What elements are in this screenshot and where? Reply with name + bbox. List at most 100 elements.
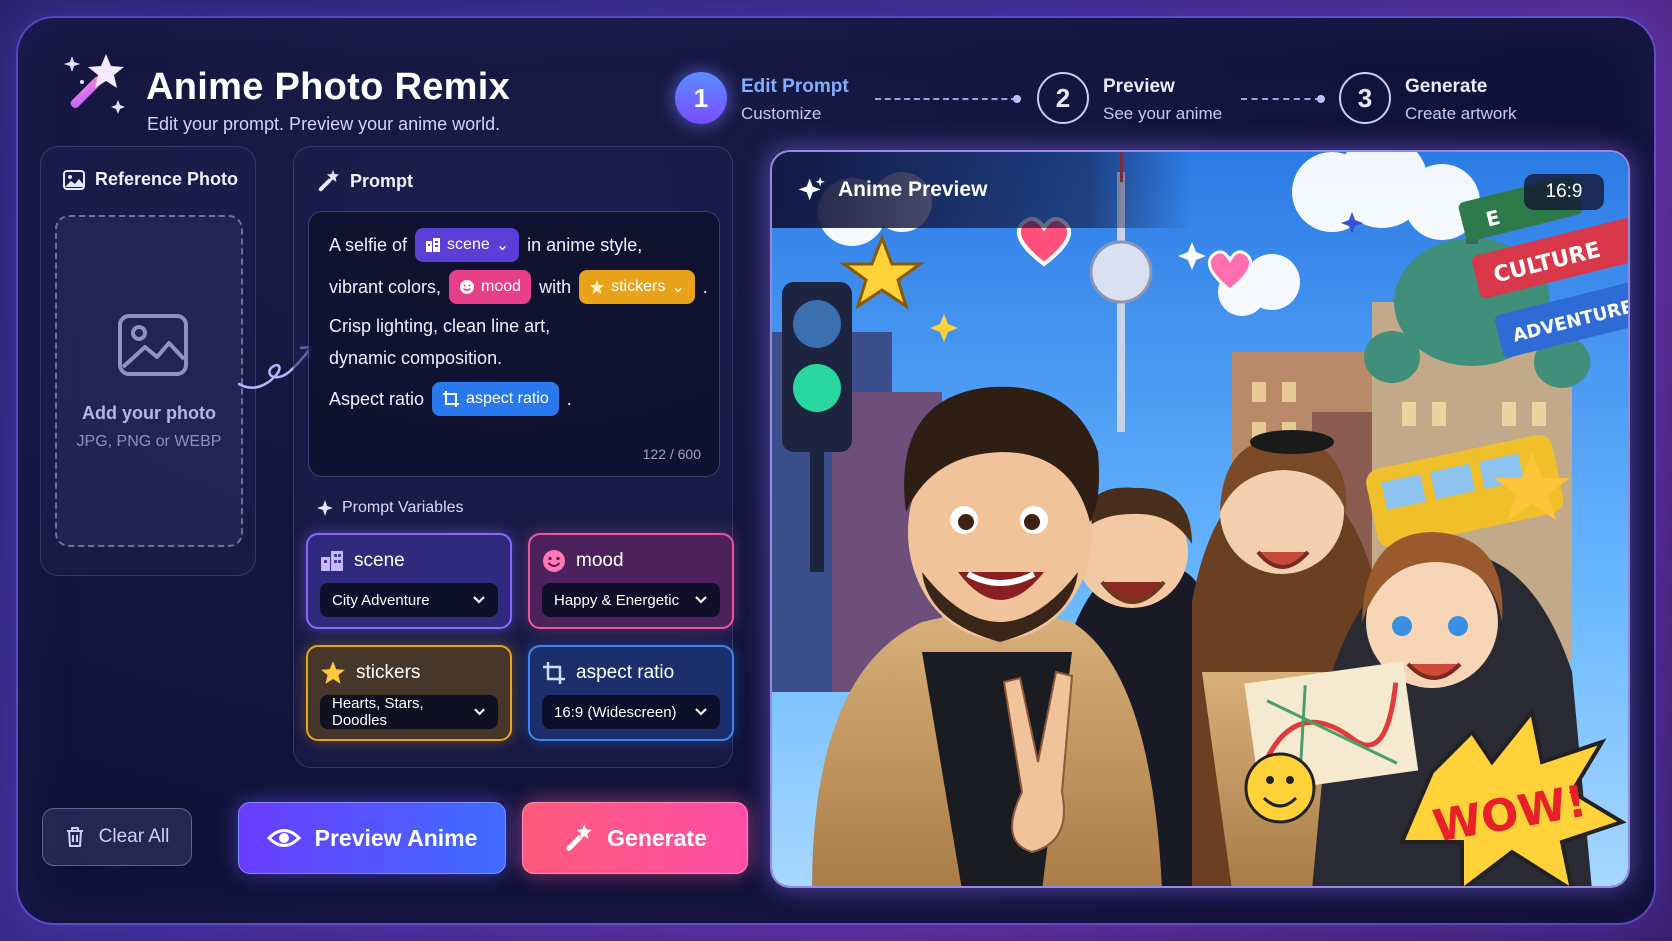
drop-zone-title: Add your photo — [82, 403, 216, 423]
image-icon — [63, 169, 85, 190]
aspect-ratio-variable-card: aspect ratio 16:9 (Widescreen) — [528, 645, 734, 741]
step-3-circle[interactable]: 3 — [1339, 72, 1391, 124]
scene-select-value: City Adventure — [332, 591, 430, 609]
star-icon — [590, 280, 605, 294]
aspect-ratio-select-value: 16:9 (Widescreen) — [554, 703, 677, 721]
mood-select-value: Happy & Energetic — [554, 591, 680, 609]
trash-icon — [66, 827, 83, 847]
sparkle-icon — [798, 177, 825, 201]
scene-chip[interactable]: scene ⌄ — [415, 228, 520, 262]
aspect-ratio-select[interactable]: 16:9 (Widescreen) — [542, 695, 720, 729]
chevron-down-icon — [695, 596, 707, 604]
prompt-text: A selfie of — [329, 234, 408, 255]
reference-photo-title: Reference Photo — [95, 169, 239, 189]
crop-icon — [543, 662, 565, 684]
step-3-title[interactable]: Generate — [1405, 76, 1487, 98]
aspect-ratio-chip[interactable]: aspect ratio — [432, 382, 559, 416]
smiley-icon — [543, 550, 565, 572]
aspect-ratio-badge: 16:9 — [1524, 174, 1604, 210]
mood-chip[interactable]: mood — [449, 270, 532, 304]
prompt-line-5: Aspect ratio aspect ratio . — [329, 382, 572, 416]
chevron-down-icon — [473, 596, 485, 604]
prompt-text: in anime style, — [527, 234, 643, 255]
building-icon — [426, 238, 441, 252]
prompt-line-3: Crisp lighting, clean line art, — [329, 316, 551, 336]
scene-select[interactable]: City Adventure — [320, 583, 498, 617]
chevron-down-icon: ⌄ — [495, 237, 510, 254]
prompt-title: Prompt — [350, 170, 413, 191]
mood-variable-card: mood Happy & Energetic — [528, 533, 734, 629]
anime-preview-title: Anime Preview — [838, 178, 988, 201]
preview-anime-label: Preview Anime — [314, 824, 478, 851]
anime-preview-panel: E CULTURE ADVENTURE WOW! Anime Preview 1… — [770, 150, 1630, 888]
app-subtitle: Edit your prompt. Preview your anime wor… — [147, 114, 501, 134]
generate-label: Generate — [607, 824, 707, 851]
chevron-down-icon: ⌄ — [671, 279, 685, 296]
magic-wand-icon — [566, 824, 592, 851]
prompt-panel: Prompt A selfie of scene ⌄ in anime styl… — [293, 146, 734, 768]
magic-wand-icon — [318, 170, 339, 192]
step-2-subtitle: See your anime — [1103, 104, 1223, 123]
stickers-select-value: Hearts, Stars, Doodles — [332, 695, 424, 729]
scene-chip-label: scene — [447, 236, 490, 253]
prompt-line-2: vibrant colors, mood with stickers ⌄ . — [329, 270, 708, 304]
anime-preview-header: Anime Preview — [772, 152, 1192, 228]
prompt-line-4: dynamic composition. — [329, 348, 503, 368]
app-title: Anime Photo Remix — [146, 66, 511, 108]
clear-all-button[interactable]: Clear All — [42, 808, 192, 866]
scene-variable-header: scene — [320, 547, 498, 575]
star-icon — [321, 661, 345, 684]
prompt-text: vibrant colors, — [329, 276, 442, 297]
stickers-variable-card: stickers Hearts, Stars, Doodles — [306, 645, 512, 741]
step-1-subtitle: Customize — [741, 104, 822, 123]
scene-variable-label: scene — [354, 550, 405, 571]
prompt-editor[interactable]: A selfie of scene ⌄ in anime style, vibr… — [308, 211, 720, 477]
mood-variable-label: mood — [576, 550, 624, 571]
scene-variable-card: scene City Adventure — [306, 533, 512, 629]
prompt-variables-title: Prompt Variables — [342, 499, 464, 516]
mood-chip-label: mood — [481, 278, 522, 295]
step-3-subtitle: Create artwork — [1405, 104, 1517, 123]
stickers-chip-label: stickers — [611, 278, 666, 295]
building-icon — [321, 551, 343, 571]
prompt-line-1: A selfie of scene ⌄ in anime style, — [329, 228, 642, 262]
magic-wand-icon — [64, 54, 125, 114]
crop-icon — [443, 391, 460, 407]
character-counter: 122 / 600 — [642, 446, 701, 462]
reference-photo-panel: Reference Photo Add your photo JPG, PNG … — [40, 146, 256, 576]
sparkle-icon — [317, 500, 333, 516]
generate-button[interactable]: Generate — [522, 802, 748, 874]
step-connector — [1241, 95, 1325, 103]
reference-photo-header: Reference Photo — [63, 169, 238, 190]
step-2-circle[interactable]: 2 — [1037, 72, 1089, 124]
chevron-down-icon — [695, 708, 707, 716]
stickers-select[interactable]: Hearts, Stars, Doodles — [320, 695, 498, 729]
mood-variable-header: mood — [542, 547, 720, 575]
photo-drop-zone[interactable]: Add your photo JPG, PNG or WEBP — [55, 215, 243, 547]
chevron-down-icon — [474, 708, 485, 716]
aspect-ratio-variable-header: aspect ratio — [542, 659, 720, 687]
app-window: Anime Photo Remix Edit your prompt. Prev… — [18, 18, 1654, 923]
step-2-title[interactable]: Preview — [1103, 76, 1175, 98]
stickers-variable-label: stickers — [356, 662, 421, 683]
prompt-text: . — [566, 388, 572, 409]
anime-preview-image: E CULTURE ADVENTURE WOW! — [772, 152, 1628, 886]
step-1-title[interactable]: Edit Prompt — [741, 76, 849, 98]
stickers-chip[interactable]: stickers ⌄ — [579, 270, 695, 304]
step-1-circle[interactable]: 1 — [675, 72, 727, 124]
step-connector — [875, 95, 1021, 103]
smiley-icon — [460, 280, 475, 294]
stickers-variable-header: stickers — [320, 659, 498, 687]
eye-icon — [266, 829, 301, 847]
image-placeholder-icon — [118, 314, 188, 376]
aspect-ratio-variable-label: aspect ratio — [576, 662, 675, 683]
aspect-ratio-chip-label: aspect ratio — [466, 390, 549, 407]
mood-select[interactable]: Happy & Energetic — [542, 583, 720, 617]
clear-all-label: Clear All — [98, 826, 170, 847]
prompt-variables-header: Prompt Variables — [316, 499, 464, 517]
prompt-text: Aspect ratio — [329, 388, 425, 409]
stepper: 1 Edit Prompt Customize 2 Preview See yo… — [675, 72, 1605, 128]
prompt-text: . — [702, 276, 708, 297]
preview-anime-button[interactable]: Preview Anime — [238, 802, 506, 874]
prompt-text: with — [539, 276, 572, 297]
